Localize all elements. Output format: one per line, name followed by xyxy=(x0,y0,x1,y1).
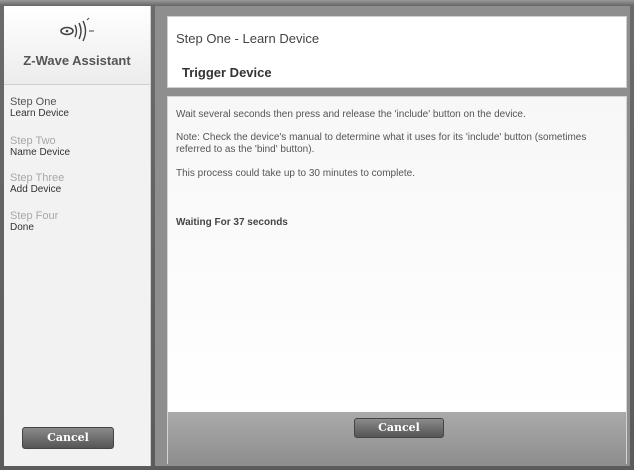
sidebar-cancel-button[interactable]: Cancel xyxy=(22,427,114,449)
page-subtitle: Trigger Device xyxy=(182,65,272,80)
content-panel: Wait several seconds then press and rele… xyxy=(167,96,627,413)
sidebar-step-two: Step Two Name Device xyxy=(10,135,146,158)
step-subtitle: Learn Device xyxy=(10,108,69,119)
window-top-edge xyxy=(0,0,634,5)
z-wave-antenna-icon xyxy=(60,17,94,42)
step-subtitle: Add Device xyxy=(10,184,62,195)
step-title: Step One xyxy=(10,96,57,108)
step-header: Step One - Learn Device Trigger Device xyxy=(167,16,627,88)
footer-bar: Cancel xyxy=(167,412,627,464)
sidebar-step-three: Step Three Add Device xyxy=(10,172,146,195)
instruction-text: Wait several seconds then press and rele… xyxy=(176,109,526,120)
page-title: Step One - Learn Device xyxy=(176,31,320,46)
step-subtitle: Done xyxy=(10,222,34,233)
note-text: Note: Check the device's manual to deter… xyxy=(176,132,587,155)
cancel-button[interactable]: Cancel xyxy=(354,418,444,438)
brand-header: Z-Wave Assistant xyxy=(4,6,150,85)
sidebar: Z-Wave Assistant Step One Learn Device S… xyxy=(4,6,151,466)
sidebar-step-four: Step Four Done xyxy=(10,210,146,233)
step-title: Step Three xyxy=(10,172,65,184)
waiting-status: Waiting For 37 seconds xyxy=(176,217,288,228)
step-title: Step Four xyxy=(10,210,59,222)
step-title: Step Two xyxy=(10,135,56,147)
step-subtitle: Name Device xyxy=(10,147,71,158)
duration-text: This process could take up to 30 minutes… xyxy=(176,168,416,179)
sidebar-step-one: Step One Learn Device xyxy=(10,96,146,119)
brand-title: Z-Wave Assistant xyxy=(23,53,131,68)
